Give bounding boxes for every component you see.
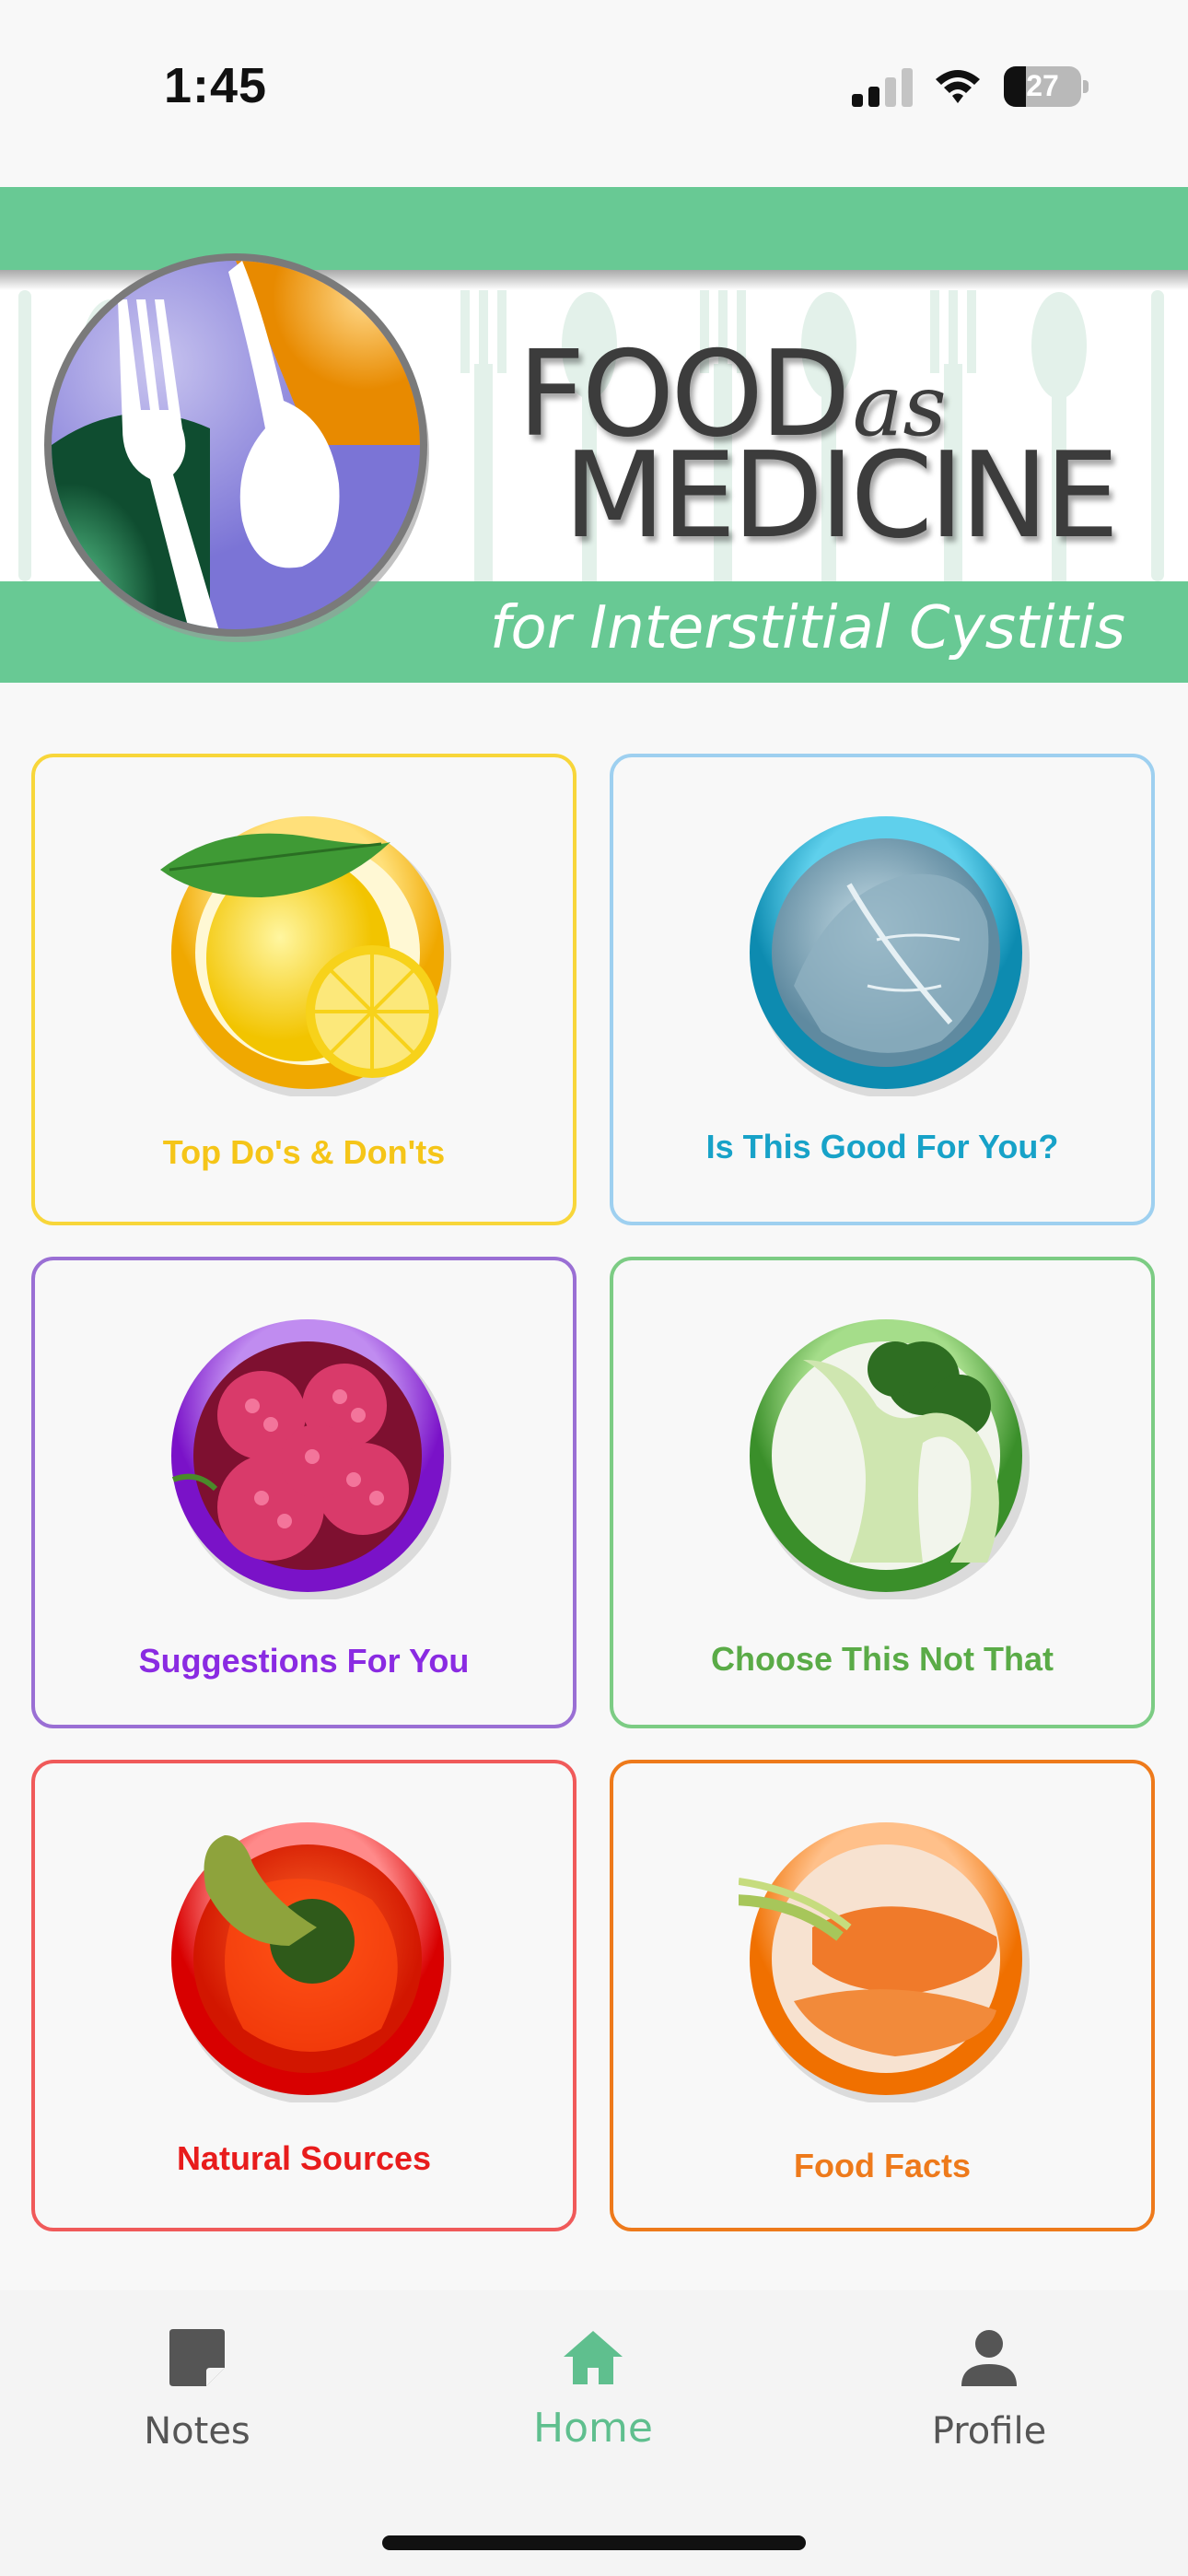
- tab-label: Profile: [931, 2410, 1047, 2453]
- wifi-icon: [936, 70, 980, 103]
- tile-is-this-good-for-you[interactable]: Is This Good For You?: [610, 754, 1155, 1225]
- tile-label: Top Do's & Don'ts: [162, 1133, 446, 1171]
- status-bar: 1:45 27: [0, 0, 1188, 184]
- cellular-signal-icon: [852, 68, 914, 107]
- notes-icon: [169, 2329, 225, 2386]
- raspberry-icon: [171, 1319, 451, 1599]
- tile-natural-sources[interactable]: Natural Sources: [31, 1760, 577, 2231]
- tab-profile[interactable]: Profile: [869, 2327, 1109, 2475]
- status-time: 1:45: [164, 58, 268, 113]
- tile-label: Choose This Not That: [711, 1640, 1054, 1678]
- brand-subtitle: for Interstitial Cystitis: [490, 594, 1125, 662]
- home-icon: [564, 2331, 623, 2384]
- food-as-medicine-logo-icon: [44, 253, 429, 642]
- tile-label: Natural Sources: [176, 2139, 432, 2177]
- battery-icon: 27: [1004, 66, 1089, 107]
- tab-home[interactable]: Home: [473, 2327, 713, 2475]
- brand-title-line2: MEDICINE: [564, 427, 1119, 565]
- red-pepper-icon: [171, 1822, 451, 2102]
- profile-icon: [961, 2330, 1017, 2386]
- battery-level: 27: [1026, 69, 1059, 102]
- carrot-icon: [739, 1822, 1030, 2102]
- home-indicator[interactable]: [382, 2535, 806, 2550]
- tab-notes[interactable]: Notes: [77, 2327, 317, 2475]
- tile-choose-this-not-that[interactable]: Choose This Not That: [610, 1257, 1155, 1728]
- lemon-icon: [160, 816, 451, 1096]
- tile-label: Is This Good For You?: [705, 1128, 1059, 1165]
- tab-label: Notes: [144, 2410, 250, 2453]
- tile-suggestions-for-you[interactable]: Suggestions For You: [31, 1257, 577, 1728]
- broccoli-icon: [750, 1319, 1030, 1599]
- cabbage-icon: [750, 816, 1030, 1096]
- tile-label: Suggestions For You: [138, 1642, 470, 1680]
- bottom-tab-bar: Notes Home Profile: [0, 2290, 1188, 2576]
- app-banner: FOODas MEDICINE for Interstitial Cystiti…: [0, 187, 1188, 683]
- tile-label: Food Facts: [793, 2147, 971, 2184]
- tile-food-facts[interactable]: Food Facts: [610, 1760, 1155, 2231]
- tile-top-dos-donts[interactable]: Top Do's & Don'ts: [31, 754, 577, 1225]
- tab-label: Home: [533, 2405, 653, 2452]
